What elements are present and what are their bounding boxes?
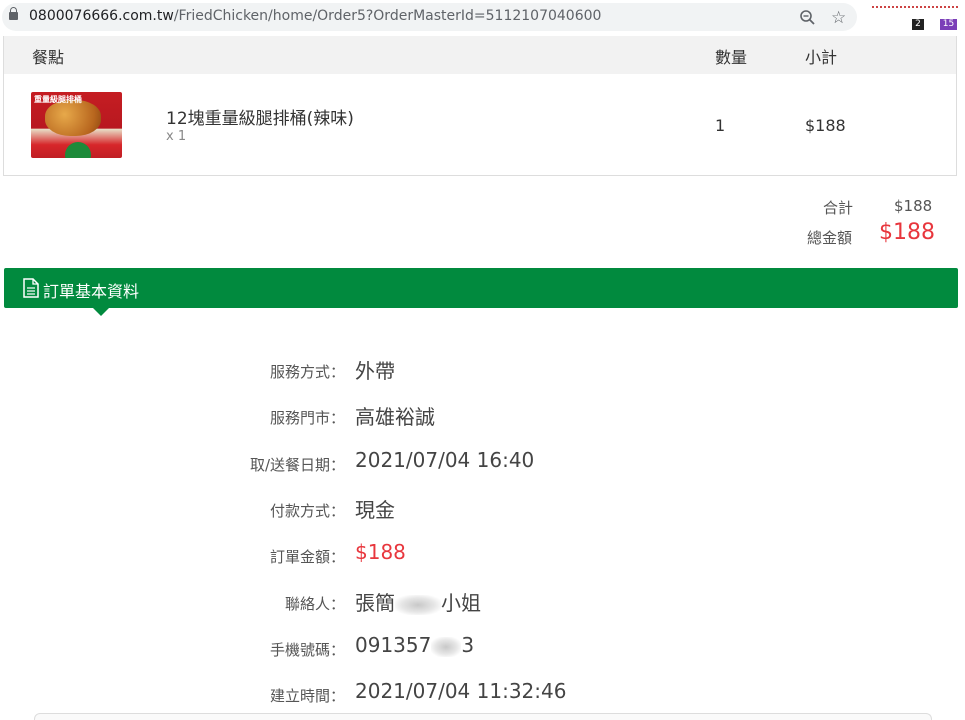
contact-label: 聯絡人： bbox=[284, 595, 345, 613]
contact-value: 張簡 小姐 bbox=[355, 591, 481, 615]
product-qty: 1 bbox=[715, 116, 726, 135]
grand-total-value: $188 bbox=[879, 220, 935, 245]
bucket-logo bbox=[65, 142, 91, 158]
pickup-date-label: 取/送餐日期： bbox=[249, 456, 345, 474]
zoom-icon[interactable] bbox=[799, 9, 817, 27]
order-items-table: 餐點 數量 小計 重量級腿排桶 12塊重量級腿排桶(辣味) x 1 1 $188 bbox=[3, 36, 957, 176]
omnibox[interactable]: 0800076666.com.tw/FriedChicken/home/Orde… bbox=[2, 3, 857, 31]
url-text[interactable]: 0800076666.com.tw/FriedChicken/home/Orde… bbox=[29, 8, 601, 24]
store-value: 高雄裕誠 bbox=[355, 405, 435, 429]
section-title: 訂單基本資料 bbox=[43, 282, 140, 301]
section-pointer bbox=[93, 308, 109, 316]
product-image-caption: 重量級腿排桶 bbox=[34, 95, 82, 104]
redacted-name bbox=[395, 594, 441, 615]
store-label: 服務門市： bbox=[269, 409, 345, 427]
column-header-subtotal: 小計 bbox=[805, 48, 838, 67]
document-icon bbox=[23, 278, 39, 298]
info-row-amount: 訂單金額： $188 bbox=[0, 538, 965, 568]
info-row-contact: 聯絡人： 張簡 小姐 bbox=[0, 585, 965, 615]
grand-total-label: 總金額 bbox=[807, 229, 853, 247]
product-subtotal: $188 bbox=[805, 116, 846, 135]
order-info-section-header: 訂單基本資料 bbox=[4, 268, 958, 308]
info-row-service: 服務方式： 外帶 bbox=[0, 353, 965, 383]
phone-value: 091357 3 bbox=[355, 633, 475, 657]
extension-strip bbox=[872, 6, 958, 11]
lock-icon[interactable] bbox=[9, 7, 18, 20]
redacted-phone bbox=[431, 636, 462, 657]
service-label: 服務方式： bbox=[269, 363, 345, 381]
product-name: 12塊重量級腿排桶(辣味) bbox=[166, 109, 354, 129]
sum-label: 合計 bbox=[823, 199, 854, 217]
service-value: 外帶 bbox=[355, 359, 395, 383]
info-row-pickup-date: 取/送餐日期： 2021/07/04 16:40 bbox=[0, 446, 965, 476]
fried-chicken-picture bbox=[45, 100, 101, 136]
phone-label: 手機號碼： bbox=[269, 641, 345, 659]
table-header: 餐點 數量 小計 bbox=[4, 36, 956, 74]
column-header-qty: 數量 bbox=[715, 48, 748, 67]
extension-badge[interactable]: 15 bbox=[940, 19, 957, 30]
info-row-payment: 付款方式： 現金 bbox=[0, 492, 965, 522]
column-header-item: 餐點 bbox=[32, 48, 65, 67]
bookmark-star-icon[interactable]: ☆ bbox=[831, 8, 846, 28]
product-image: 重量級腿排桶 bbox=[31, 92, 122, 158]
created-label: 建立時間： bbox=[269, 687, 345, 705]
pickup-date-value: 2021/07/04 16:40 bbox=[355, 448, 535, 472]
info-row-phone: 手機號碼： 091357 3 bbox=[0, 631, 965, 661]
product-qty-tag: x 1 bbox=[166, 129, 187, 144]
amount-value: $188 bbox=[355, 540, 406, 564]
amount-label: 訂單金額： bbox=[269, 548, 345, 566]
extension-badge[interactable]: 2 bbox=[912, 19, 924, 30]
info-row-created: 建立時間： 2021/07/04 11:32:46 bbox=[0, 677, 965, 707]
info-row-store: 服務門市： 高雄裕誠 bbox=[0, 399, 965, 429]
payment-label: 付款方式： bbox=[269, 502, 345, 520]
payment-value: 現金 bbox=[355, 498, 395, 522]
browser-address-bar: 0800076666.com.tw/FriedChicken/home/Orde… bbox=[0, 0, 965, 34]
sum-value: $188 bbox=[894, 197, 933, 215]
created-value: 2021/07/04 11:32:46 bbox=[355, 679, 567, 703]
